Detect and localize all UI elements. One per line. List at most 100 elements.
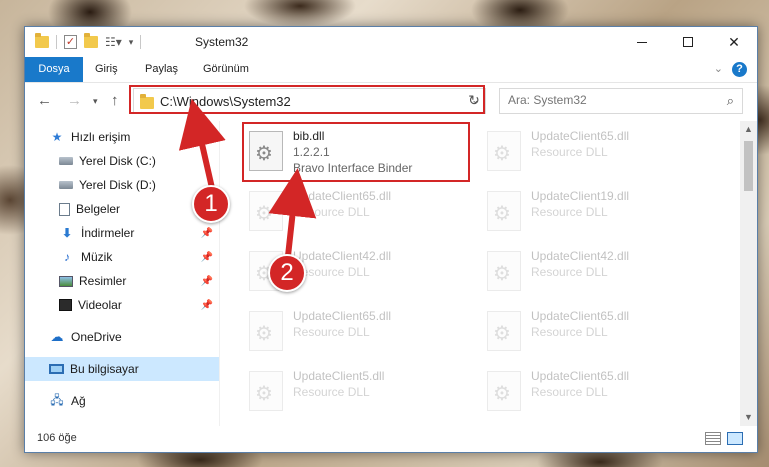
sidebar-item-label: Bu bilgisayar	[70, 362, 139, 376]
file-tile[interactable]: UpdateClient65.dll Resource DLL	[479, 123, 709, 179]
file-name: UpdateClient65.dll	[293, 189, 392, 203]
minimize-button[interactable]	[619, 27, 665, 57]
file-name: UpdateClient42.dll	[531, 249, 630, 263]
sidebar-item-label: Resimler	[79, 274, 127, 288]
file-name: UpdateClient19.dll	[531, 189, 630, 203]
maximize-button[interactable]	[665, 27, 711, 57]
file-tile[interactable]: UpdateClient65.dll Resource DLL	[479, 303, 709, 359]
file-tile[interactable]: UpdateClient65.dll Resource DLL	[241, 303, 471, 359]
pin-icon[interactable]: 📌	[201, 276, 213, 287]
file-highlight-box	[242, 122, 470, 182]
dll-file-icon	[487, 191, 521, 231]
tab-share[interactable]: Paylaş	[145, 57, 178, 82]
sidebar-item-label: Videolar	[78, 298, 122, 312]
file-type: Resource DLL	[293, 385, 370, 399]
view-options-icon[interactable]: ☷▾	[105, 35, 122, 49]
file-tile[interactable]: UpdateClient5.dll Resource DLL	[241, 363, 471, 419]
close-button[interactable]: ✕	[711, 27, 757, 57]
ribbon: Dosya Giriş Paylaş Görünüm ⌄ ?	[25, 57, 757, 83]
pictures-icon	[59, 275, 73, 287]
file-type: Resource DLL	[293, 325, 370, 339]
dll-file-icon	[249, 191, 283, 231]
sidebar-item-label: Hızlı erişim	[71, 130, 131, 144]
sidebar-item-local-disk-c[interactable]: Yerel Disk (C:)	[25, 149, 219, 173]
documents-icon	[59, 202, 70, 216]
back-arrow-icon[interactable]: ←	[37, 92, 52, 109]
file-name: UpdateClient65.dll	[531, 309, 630, 323]
file-type: Resource DLL	[531, 205, 608, 219]
large-icons-view-icon[interactable]	[727, 432, 743, 445]
file-name: UpdateClient42.dll	[293, 249, 392, 263]
dll-file-icon	[487, 371, 521, 411]
sidebar-item-label: Ağ	[71, 394, 86, 408]
scroll-up-icon[interactable]: ▲	[740, 121, 757, 138]
file-tile[interactable]: UpdateClient19.dll Resource DLL	[479, 183, 709, 239]
details-view-icon[interactable]	[705, 432, 721, 445]
file-tile[interactable]: UpdateClient65.dll Resource DLL	[241, 183, 471, 239]
downloads-icon: ⬇	[61, 226, 73, 240]
separator	[140, 35, 142, 49]
status-bar: 106 öğe	[25, 426, 757, 452]
dll-file-icon	[249, 311, 283, 351]
music-icon: ♪	[64, 250, 70, 264]
file-tile[interactable]: UpdateClient65.dll Resource DLL	[479, 363, 709, 419]
vertical-scrollbar[interactable]: ▲ ▼	[740, 121, 757, 426]
file-name: UpdateClient65.dll	[293, 309, 392, 323]
file-type: Resource DLL	[531, 265, 608, 279]
search-box[interactable]: ⌕	[499, 88, 743, 114]
properties-checklist-icon[interactable]: ✓	[64, 35, 77, 49]
chevron-down-icon[interactable]: ⌄	[714, 62, 723, 75]
navigation-pane: ★ Hızlı erişim Yerel Disk (C:) Yerel Dis…	[25, 121, 219, 426]
star-icon: ★	[51, 130, 63, 144]
dll-file-icon	[487, 131, 521, 171]
file-tile[interactable]: UpdateClient42.dll Resource DLL	[479, 243, 709, 299]
sidebar-item-quick-access[interactable]: ★ Hızlı erişim	[25, 125, 219, 149]
dll-file-icon	[249, 371, 283, 411]
customize-toolbar-icon[interactable]: ▾	[129, 37, 134, 48]
sidebar-item-this-pc[interactable]: Bu bilgisayar	[25, 357, 219, 381]
sidebar-item-documents[interactable]: Belgeler	[25, 197, 219, 221]
search-input[interactable]	[508, 93, 708, 107]
forward-arrow-icon[interactable]: →	[67, 92, 82, 109]
callout-badge-1: 1	[192, 185, 230, 223]
network-icon: 🖧	[50, 392, 64, 407]
address-highlight-box	[129, 85, 485, 114]
tab-file[interactable]: Dosya	[25, 57, 83, 82]
file-name: UpdateClient5.dll	[293, 369, 385, 383]
pin-icon[interactable]: 📌	[201, 228, 213, 239]
dll-file-icon	[487, 311, 521, 351]
scroll-down-icon[interactable]: ▼	[740, 409, 757, 426]
scrollbar-thumb[interactable]	[744, 141, 753, 191]
sidebar-item-label: Yerel Disk (C:)	[79, 154, 156, 168]
sidebar-item-onedrive[interactable]: ☁ OneDrive	[25, 325, 219, 349]
cloud-icon: ☁	[50, 329, 64, 344]
sidebar-item-pictures[interactable]: Resimler 📌	[25, 269, 219, 293]
pin-icon[interactable]: 📌	[201, 300, 213, 311]
recent-locations-chevron-icon[interactable]: ▾	[93, 96, 98, 107]
sidebar-item-videos[interactable]: Videolar 📌	[25, 293, 219, 317]
sidebar-item-downloads[interactable]: ⬇ İndirmeler 📌	[25, 221, 219, 245]
up-arrow-icon[interactable]: ↑	[111, 92, 119, 109]
item-count: 106 öğe	[37, 432, 77, 444]
minimize-icon	[637, 41, 647, 43]
file-type: Resource DLL	[293, 205, 370, 219]
dll-file-icon	[487, 251, 521, 291]
search-icon[interactable]: ⌕	[727, 93, 734, 109]
tab-home[interactable]: Giriş	[95, 57, 118, 82]
new-folder-icon[interactable]	[84, 33, 98, 48]
help-button[interactable]: ?	[732, 62, 747, 77]
window-title: System32	[195, 35, 249, 49]
sidebar-item-local-disk-d[interactable]: Yerel Disk (D:)	[25, 173, 219, 197]
sidebar-item-network[interactable]: 🖧 Ağ	[25, 389, 219, 413]
sidebar-item-music[interactable]: ♪ Müzik 📌	[25, 245, 219, 269]
tab-view[interactable]: Görünüm	[203, 57, 249, 82]
close-icon: ✕	[728, 33, 740, 50]
pin-icon[interactable]: 📌	[201, 252, 213, 263]
pane-divider[interactable]	[219, 121, 220, 426]
computer-icon	[49, 364, 64, 374]
drive-icon	[59, 181, 73, 189]
videos-icon	[59, 299, 72, 311]
separator	[56, 35, 57, 49]
file-type: Resource DLL	[531, 385, 608, 399]
folder-icon	[35, 33, 49, 48]
